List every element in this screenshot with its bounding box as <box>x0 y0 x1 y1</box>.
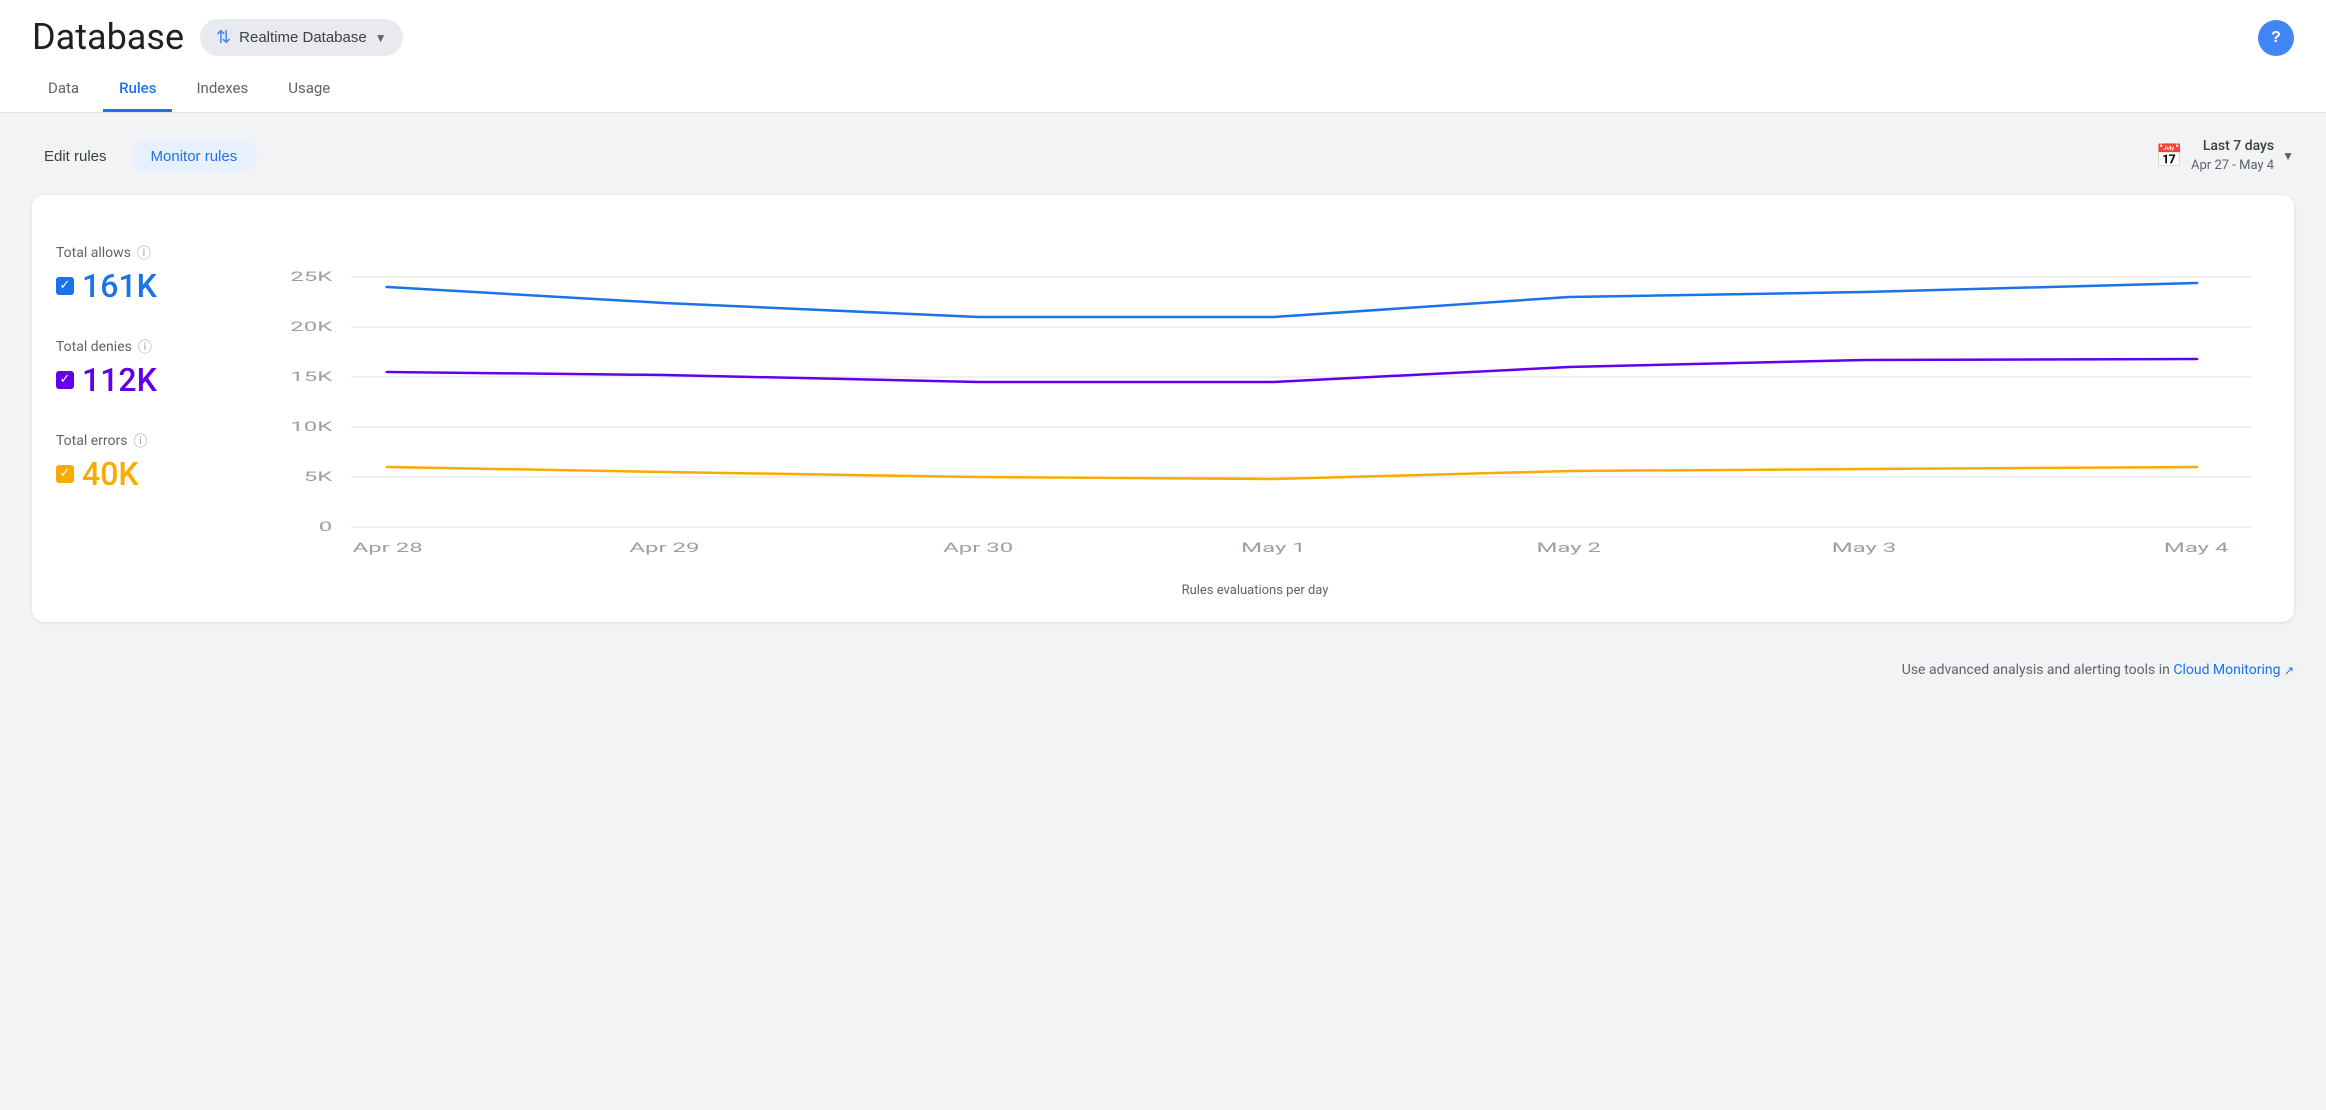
cloud-monitoring-link-text: Cloud Monitoring <box>2173 662 2280 678</box>
allows-label-text: Total allows <box>56 245 131 261</box>
help-button[interactable]: ? <box>2258 20 2294 56</box>
main-content: Edit rules Monitor rules 📅 Last 7 days A… <box>0 113 2326 646</box>
errors-help-icon[interactable]: ⓘ <box>133 431 147 451</box>
denies-value: 112K <box>82 361 157 399</box>
legend-errors: Total errors ⓘ ✓ 40K <box>56 431 216 493</box>
db-selector-button[interactable]: ⇅ Realtime Database ▼ <box>200 19 403 56</box>
chart-area: 25K 20K 15K 10K 5K 0 Apr 28 Apr 29 Apr 3… <box>240 227 2270 598</box>
svg-text:May 2: May 2 <box>1536 540 1601 555</box>
tab-indexes[interactable]: Indexes <box>180 67 264 112</box>
denies-checkbox[interactable]: ✓ <box>56 371 74 389</box>
db-selector-label: Realtime Database <box>239 29 367 46</box>
svg-text:0: 0 <box>319 519 332 534</box>
chart-card: Total allows ⓘ ✓ 161K Total denies ⓘ ✓ <box>32 195 2294 622</box>
calendar-icon: 📅 <box>2156 144 2183 169</box>
chart-x-axis-label: Rules evaluations per day <box>240 583 2270 598</box>
errors-label-text: Total errors <box>56 433 127 449</box>
monitor-rules-button[interactable]: Monitor rules <box>131 140 258 173</box>
svg-text:Apr 28: Apr 28 <box>353 540 423 555</box>
footer-note: Use advanced analysis and alerting tools… <box>0 646 2326 694</box>
page-title: Database <box>32 16 184 59</box>
tabs-row: Data Rules Indexes Usage <box>32 67 2294 112</box>
chevron-down-icon: ▼ <box>2282 149 2294 163</box>
denies-value-row: ✓ 112K <box>56 361 216 399</box>
svg-text:20K: 20K <box>290 319 333 334</box>
tab-data[interactable]: Data <box>32 67 95 112</box>
top-bar: Database ⇅ Realtime Database ▼ ? Data Ru… <box>0 0 2326 113</box>
db-icon: ⇅ <box>216 27 231 48</box>
svg-text:May 3: May 3 <box>1832 540 1897 555</box>
denies-label-text: Total denies <box>56 339 132 355</box>
allows-help-icon[interactable]: ⓘ <box>137 243 151 263</box>
chart-legend: Total allows ⓘ ✓ 161K Total denies ⓘ ✓ <box>56 227 216 598</box>
errors-value-row: ✓ 40K <box>56 455 216 493</box>
svg-text:Apr 29: Apr 29 <box>629 540 699 555</box>
legend-allows-label: Total allows ⓘ <box>56 243 216 263</box>
tab-rules[interactable]: Rules <box>103 67 172 112</box>
tab-usage[interactable]: Usage <box>272 67 346 112</box>
external-link-icon: ↗ <box>2284 663 2294 677</box>
chart-container: Total allows ⓘ ✓ 161K Total denies ⓘ ✓ <box>56 227 2270 598</box>
svg-text:5K: 5K <box>304 469 334 484</box>
svg-text:15K: 15K <box>290 369 333 384</box>
allows-value: 161K <box>82 267 157 305</box>
errors-checkbox[interactable]: ✓ <box>56 465 74 483</box>
svg-text:25K: 25K <box>290 269 333 284</box>
allows-value-row: ✓ 161K <box>56 267 216 305</box>
toolbar: Edit rules Monitor rules 📅 Last 7 days A… <box>32 137 2294 175</box>
legend-errors-label: Total errors ⓘ <box>56 431 216 451</box>
svg-text:Apr 30: Apr 30 <box>943 540 1013 555</box>
cloud-monitoring-link[interactable]: Cloud Monitoring ↗ <box>2173 662 2294 678</box>
legend-denies: Total denies ⓘ ✓ 112K <box>56 337 216 399</box>
edit-rules-button[interactable]: Edit rules <box>32 140 119 173</box>
help-label: ? <box>2271 29 2281 47</box>
svg-text:May 1: May 1 <box>1241 540 1306 555</box>
denies-help-icon[interactable]: ⓘ <box>138 337 152 357</box>
date-range-title: Last 7 days <box>2191 137 2274 157</box>
svg-text:10K: 10K <box>290 419 333 434</box>
legend-allows: Total allows ⓘ ✓ 161K <box>56 243 216 305</box>
title-row: Database ⇅ Realtime Database ▼ ? <box>32 16 2294 59</box>
svg-text:May 4: May 4 <box>2164 540 2229 555</box>
date-range-text: Last 7 days Apr 27 - May 4 <box>2191 137 2274 175</box>
toolbar-left: Edit rules Monitor rules <box>32 140 257 173</box>
rules-chart: 25K 20K 15K 10K 5K 0 Apr 28 Apr 29 Apr 3… <box>240 227 2270 567</box>
legend-denies-label: Total denies ⓘ <box>56 337 216 357</box>
date-range-selector[interactable]: 📅 Last 7 days Apr 27 - May 4 ▼ <box>2156 137 2294 175</box>
errors-value: 40K <box>82 455 139 493</box>
allows-checkbox[interactable]: ✓ <box>56 277 74 295</box>
date-range-sub: Apr 27 - May 4 <box>2191 157 2274 175</box>
chevron-down-icon: ▼ <box>375 31 387 45</box>
footer-text: Use advanced analysis and alerting tools… <box>1902 662 2174 678</box>
